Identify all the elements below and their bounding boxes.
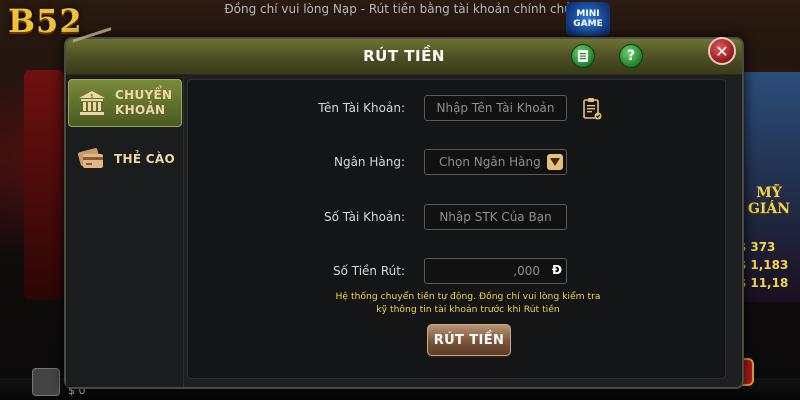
minigame-button[interactable]: MINI GAME xyxy=(566,2,610,36)
card-icon xyxy=(77,148,103,168)
jackpot-value: $1,183 xyxy=(738,258,789,272)
chevron-down-icon xyxy=(547,154,563,170)
bank-select-value: Chọn Ngân Hàng xyxy=(439,155,541,169)
avatar[interactable] xyxy=(32,368,60,396)
svg-text:$: $ xyxy=(90,94,93,100)
sidebar-item-scratch-card[interactable]: THẺ CÀO xyxy=(68,135,182,183)
form-row-amount: Số Tiền Rút: Đ xyxy=(188,258,725,286)
modal-header: RÚT TIỀN ? ✕ xyxy=(66,27,742,75)
jackpot-values: $373 $1,183 $11,18 xyxy=(738,238,796,292)
announcement-marquee: Đồng chí vui lòng Nạp - Rút tiền bằng tà… xyxy=(224,2,576,16)
amount-input[interactable] xyxy=(424,258,567,284)
account-number-label: Số Tài Khoản: xyxy=(323,210,405,224)
form-row-bank: Ngân Hàng: Chọn Ngân Hàng xyxy=(188,149,725,177)
withdraw-note: Hệ thống chuyển tiền tự động. Đồng chí v… xyxy=(335,291,601,315)
sidebar-item-label: CHUYỂN KHOẢN xyxy=(115,88,173,117)
jackpot-value: $11,18 xyxy=(738,276,789,290)
account-name-input[interactable] xyxy=(424,95,567,121)
account-name-label: Tên Tài Khoản: xyxy=(318,101,405,115)
help-icon: ? xyxy=(626,48,636,64)
withdraw-modal: RÚT TIỀN ? ✕ $ CHUYỂN KHOẢN THẺ CÀO Tên … xyxy=(64,27,744,389)
history-button[interactable] xyxy=(571,44,595,68)
help-button[interactable]: ? xyxy=(619,44,643,68)
amount-label: Số Tiền Rút: xyxy=(332,264,405,278)
clipboard-icon[interactable] xyxy=(582,97,602,121)
jackpot-title: MỸ GIÁN xyxy=(747,185,791,217)
sidebar-item-bank-transfer[interactable]: $ CHUYỂN KHOẢN xyxy=(68,79,182,127)
close-icon: ✕ xyxy=(715,41,729,61)
sidebar-item-label: THẺ CÀO xyxy=(114,151,175,166)
currency-sign: Đ xyxy=(552,263,563,277)
left-promo-banner[interactable] xyxy=(24,70,64,300)
bank-select[interactable]: Chọn Ngân Hàng xyxy=(424,149,567,175)
bank-label: Ngân Hàng: xyxy=(333,155,405,169)
close-button[interactable]: ✕ xyxy=(708,37,736,65)
jackpot-value: $373 xyxy=(738,240,776,254)
withdraw-method-sidebar: $ CHUYỂN KHOẢN THẺ CÀO xyxy=(66,75,184,387)
history-icon xyxy=(578,50,588,62)
account-number-input[interactable] xyxy=(424,204,567,230)
bank-icon: $ xyxy=(79,91,105,115)
form-row-account-number: Số Tài Khoản: xyxy=(188,204,725,232)
withdraw-submit-button[interactable]: RÚT TIỀN xyxy=(427,324,511,356)
form-row-account-name: Tên Tài Khoản: xyxy=(188,95,725,123)
withdraw-form: Tên Tài Khoản: Ngân Hàng: Chọn Ngân Hàng xyxy=(187,79,726,379)
